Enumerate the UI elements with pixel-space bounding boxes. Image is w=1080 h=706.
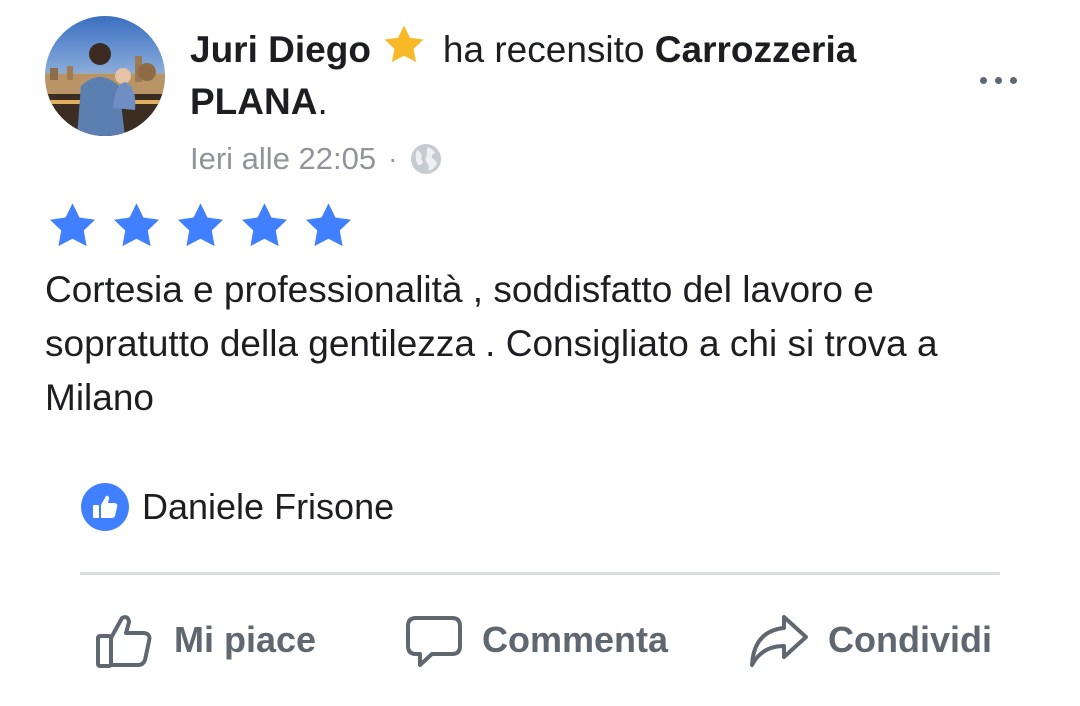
meta-separator: · bbox=[388, 143, 398, 174]
review-action-text: ha recensito bbox=[442, 29, 645, 70]
action-bar: Mi piace Commenta Condividi bbox=[0, 600, 1080, 680]
share-label: Condividi bbox=[828, 619, 992, 660]
share-arrow-icon bbox=[750, 615, 808, 667]
like-label: Mi piace bbox=[174, 619, 317, 660]
reactor-name[interactable]: Daniele Frisone bbox=[142, 486, 394, 528]
comment-button[interactable]: Commenta bbox=[404, 600, 668, 680]
like-reaction-icon bbox=[81, 483, 129, 531]
thumbs-up-icon bbox=[96, 615, 152, 668]
sentence-period: . bbox=[317, 81, 328, 122]
rating-star-icon bbox=[305, 203, 352, 247]
globe-icon[interactable] bbox=[409, 142, 443, 176]
like-button[interactable]: Mi piace bbox=[94, 600, 316, 680]
author-name[interactable]: Juri Diego bbox=[190, 29, 371, 70]
avatar[interactable] bbox=[45, 16, 165, 136]
rating-star-icon bbox=[49, 203, 96, 247]
star-rating bbox=[45, 200, 356, 252]
rating-star-icon bbox=[113, 203, 160, 247]
rating-star-icon bbox=[241, 203, 288, 247]
post-meta: Ieri alle 22:05 · bbox=[190, 138, 443, 180]
dot-icon bbox=[979, 76, 987, 84]
star-icon bbox=[384, 25, 424, 63]
share-button[interactable]: Condividi bbox=[748, 600, 992, 680]
rating-star-icon bbox=[177, 203, 224, 247]
review-text: Cortesia e professionalità , soddisfatto… bbox=[45, 269, 938, 418]
timestamp[interactable]: Ieri alle 22:05 bbox=[190, 141, 376, 177]
review-post: Juri Diego ha recensito Carrozzeria PLANA… bbox=[0, 0, 1080, 706]
reactions-summary[interactable]: Daniele Frisone bbox=[80, 482, 394, 532]
comment-label: Commenta bbox=[482, 619, 669, 660]
dot-icon bbox=[1009, 76, 1017, 84]
divider bbox=[80, 572, 1000, 575]
more-options-button[interactable] bbox=[968, 60, 1028, 100]
dot-icon bbox=[994, 76, 1002, 84]
comment-icon bbox=[406, 616, 462, 667]
post-header: Juri Diego ha recensito Carrozzeria PLANA… bbox=[190, 22, 960, 128]
